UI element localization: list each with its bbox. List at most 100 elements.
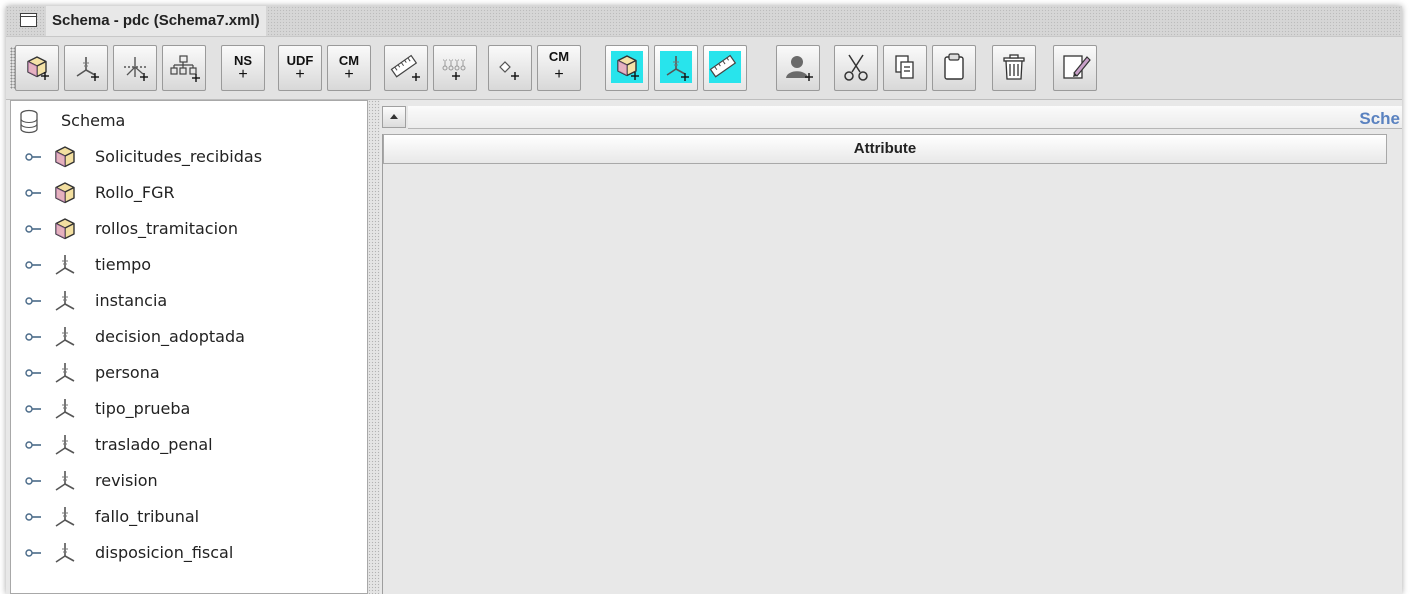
expand-handle-icon[interactable] [25,548,41,558]
dimension-usage-add-icon [124,57,148,81]
tree-root-schema[interactable]: Schema [11,103,367,139]
tree-item[interactable]: tiempo [11,247,367,283]
cut-button[interactable] [834,45,878,91]
tree-item[interactable]: revision [11,463,367,499]
tree-item[interactable]: instancia [11,283,367,319]
add-dimension-button[interactable] [64,45,108,91]
tree-item-label: tipo_prueba [95,399,191,418]
tree-item-label: traslado_penal [95,435,213,454]
tree-item[interactable]: disposicion_fiscal [11,535,367,571]
add-dimension-usage-button[interactable] [113,45,157,91]
dimension-icon [55,399,75,419]
scissors-icon [844,54,868,81]
tree-item[interactable]: Solicitudes_recibidas [11,139,367,175]
expand-handle-icon[interactable] [25,188,41,198]
dimension-icon [55,543,75,563]
tree-item[interactable]: persona [11,355,367,391]
virtual-measure-add-icon [709,54,737,78]
window-title-bar[interactable]: Schema - pdc (Schema7.xml) [6,6,1402,36]
add-hierarchy-button[interactable] [162,45,206,91]
add-virtual-measure-button[interactable] [703,45,747,91]
expand-handle-icon[interactable] [25,296,41,306]
edit-icon [1063,55,1091,79]
tree-item-label: decision_adoptada [95,327,245,346]
hierarchy-add-icon [170,55,200,82]
edit-button[interactable] [1053,45,1097,91]
add-cube-calculated-member-button[interactable]: CM + [537,45,581,91]
dimension-icon [55,327,75,347]
cube-icon [55,182,75,204]
expand-handle-icon[interactable] [25,476,41,486]
detail-tab-bar: Sche [408,106,1402,129]
dimension-icon [55,507,75,527]
tree-item-label: disposicion_fiscal [95,543,234,562]
attribute-table[interactable]: Attribute [382,134,1402,594]
cube-calculated-member-add-icon: CM [548,49,570,64]
detail-tab-title: Sche [1359,109,1400,128]
copy-button[interactable] [883,45,927,91]
toolbar: NS + UDF + CM + CM + [6,36,1402,100]
detail-panel: Sche Attribute [380,100,1402,594]
plus-icon: + [238,66,248,83]
tree-item[interactable]: Rollo_FGR [11,175,367,211]
dimension-icon [55,363,75,383]
dimension-add-icon [76,57,99,81]
tree-item-label: revision [95,471,158,490]
add-property-button[interactable] [488,45,532,91]
add-named-set-button[interactable]: NS + [221,45,265,91]
expand-handle-icon[interactable] [25,224,41,234]
window-icon [20,13,37,27]
level-add-icon [442,59,467,80]
add-virtual-dimension-button[interactable] [654,45,698,91]
tree-item[interactable]: fallo_tribunal [11,499,367,535]
tree-item-label: fallo_tribunal [95,507,200,526]
expand-handle-icon[interactable] [25,368,41,378]
tree-item-label: rollos_tramitacion [95,219,238,238]
tree-item-label: persona [95,363,160,382]
expand-handle-icon[interactable] [25,332,41,342]
plus-icon: + [554,66,564,83]
tree-item[interactable]: traslado_penal [11,427,367,463]
expand-handle-icon[interactable] [25,512,41,522]
add-virtual-cube-button[interactable] [605,45,649,91]
split-pane-divider[interactable] [368,100,380,594]
expand-handle-icon[interactable] [25,440,41,450]
expand-handle-icon[interactable] [25,404,41,414]
cube-add-icon [27,56,49,80]
plus-icon: + [344,66,354,83]
expand-handle-icon[interactable] [25,260,41,270]
dimension-icon [55,255,75,275]
schema-tree[interactable]: Schema Solicitudes_recibidas Rollo_FGR r… [10,100,368,594]
add-measure-button[interactable] [384,45,428,91]
virtual-dimension-add-icon [666,56,689,81]
tree-item-label: Rollo_FGR [95,183,175,202]
tree-item-label: instancia [95,291,168,310]
delete-button[interactable] [992,45,1036,91]
database-icon [20,109,38,134]
add-cube-button[interactable] [15,45,59,91]
attribute-column-header[interactable]: Attribute [383,134,1387,164]
cube-icon [55,146,75,168]
cube-icon [55,218,75,240]
paste-button[interactable] [932,45,976,91]
add-role-button[interactable] [776,45,820,91]
tree-item[interactable]: tipo_prueba [11,391,367,427]
tree-item-label: Solicitudes_recibidas [95,147,263,166]
tree-item[interactable]: rollos_tramitacion [11,211,367,247]
collapse-arrow-button[interactable] [382,106,406,128]
add-calculated-member-button[interactable]: CM + [327,45,371,91]
add-level-button[interactable] [433,45,477,91]
plus-icon: + [295,66,305,83]
trash-icon [1003,54,1025,80]
expand-handle-icon[interactable] [25,152,41,162]
schema-window: Schema - pdc (Schema7.xml) NS + UDF + CM + CM +… [6,6,1402,594]
tree-item[interactable]: decision_adoptada [11,319,367,355]
clipboard-icon [944,53,964,80]
virtual-cube-add-icon [617,55,639,80]
copy-icon [895,55,914,79]
property-add-icon [499,61,519,80]
tree-root-label: Schema [61,111,126,130]
window-title: Schema - pdc (Schema7.xml) [46,6,266,36]
add-udf-button[interactable]: UDF + [278,45,322,91]
measure-add-icon [390,54,420,81]
